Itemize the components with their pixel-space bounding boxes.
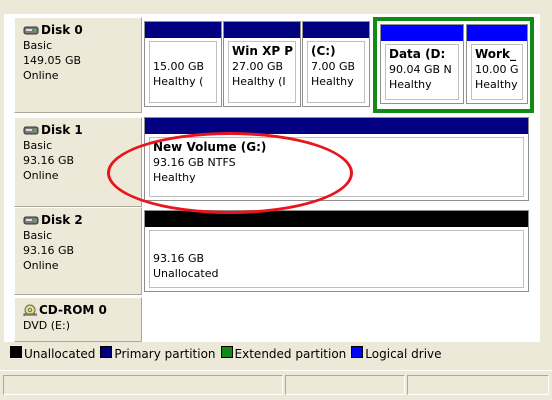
partition-disk0-2[interactable]: Win XP P 27.00 GB Healthy (I [223, 21, 301, 107]
legend-label: Extended partition [234, 346, 347, 361]
legend: Unallocated Primary partition Extended p… [10, 342, 538, 364]
panel-top-strip [4, 4, 540, 14]
legend-item-unallocated: Unallocated [10, 345, 96, 361]
primary-partition-bar [145, 22, 221, 38]
disk-type: Basic [23, 39, 53, 52]
logical-swatch-icon [351, 345, 364, 358]
disk-status: Online [23, 69, 59, 82]
disk-2-partitions: 93.16 GB Unallocated [144, 207, 529, 295]
partition-name: (C:) [311, 44, 336, 58]
disk-0-partitions: 15.00 GB Healthy ( Win XP P 27.00 GB Hea… [144, 17, 534, 113]
logical-drive-bar [381, 25, 463, 41]
disk-size: 149.05 GB [23, 54, 82, 67]
disk-2-label[interactable]: Disk 2 Basic 93.16 GB Online [14, 207, 142, 295]
disk-icon [23, 216, 39, 225]
primary-partition-bar [145, 118, 528, 134]
logical-drive-bar [467, 25, 527, 41]
partition-disk0-1[interactable]: 15.00 GB Healthy ( [144, 21, 222, 107]
partition-size: 93.16 GB [153, 252, 205, 265]
status-cell-1 [3, 375, 283, 395]
partition-status: Healthy ( [153, 75, 204, 88]
cdrom-0-title: CD-ROM 0 [23, 303, 141, 317]
disk-1-title: Disk 1 [23, 123, 141, 137]
legend-item-logical: Logical drive [351, 345, 442, 361]
disk-status: Online [23, 259, 59, 272]
unallocated-bar [145, 211, 528, 227]
disk-icon [23, 126, 39, 135]
disk-size: 93.16 GB [23, 154, 75, 167]
status-cell-3 [407, 375, 549, 395]
partition-size: 7.00 GB [311, 60, 356, 73]
disk-1-label[interactable]: Disk 1 Basic 93.16 GB Online [14, 117, 142, 207]
disk-1-partitions: New Volume (G:) 93.16 GB NTFS Healthy [144, 117, 529, 207]
partition-disk0-d[interactable]: Data (D: 90.04 GB N Healthy [380, 24, 464, 104]
partition-info: (C:) 7.00 GB Healthy [307, 41, 365, 103]
cdrom-0-label[interactable]: CD-ROM 0 DVD (E:) [14, 297, 142, 342]
disk-type: DVD (E:) [23, 319, 71, 332]
legend-label: Primary partition [114, 346, 216, 361]
partition-size: 27.00 GB [232, 60, 284, 73]
disk-type: Basic [23, 229, 53, 242]
disk-icon [23, 26, 39, 35]
disk-status: Online [23, 169, 59, 182]
partition-name: Win XP P [232, 44, 294, 58]
disk-0-title: Disk 0 [23, 23, 141, 37]
disk-type: Basic [23, 139, 53, 152]
legend-label: Logical drive [365, 346, 442, 361]
status-cell-2 [285, 375, 405, 395]
partition-size: 90.04 GB N [389, 63, 452, 76]
primary-partition-bar [303, 22, 369, 38]
partition-info: Work_ 10.00 G Healthy [471, 44, 523, 100]
disk-size: 93.16 GB [23, 244, 75, 257]
primary-partition-bar [224, 22, 300, 38]
partition-size: 10.00 G [475, 63, 519, 76]
partition-status: Healthy [475, 78, 518, 91]
partition-name: New Volume (G:) [153, 140, 267, 154]
partition-size: 93.16 GB NTFS [153, 156, 236, 169]
partition-status: Healthy [311, 75, 354, 88]
disk-name: Disk 0 [41, 23, 83, 37]
partition-name [153, 44, 213, 59]
partition-info: Win XP P 27.00 GB Healthy (I [228, 41, 296, 103]
disk-name: Disk 1 [41, 123, 83, 137]
partition-status: Unallocated [153, 267, 219, 280]
partition-info: Data (D: 90.04 GB N Healthy [385, 44, 459, 100]
partition-name: Data (D: [389, 47, 446, 61]
partition-disk1-g[interactable]: New Volume (G:) 93.16 GB NTFS Healthy [144, 117, 529, 201]
partition-disk0-work[interactable]: Work_ 10.00 G Healthy [466, 24, 528, 104]
partition-size: 15.00 GB [153, 60, 205, 73]
legend-item-extended: Extended partition [220, 345, 347, 361]
legend-item-primary: Primary partition [100, 345, 216, 361]
primary-swatch-icon [100, 345, 113, 358]
partition-name: Work_ [475, 47, 516, 61]
legend-label: Unallocated [24, 346, 96, 361]
partition-info: 93.16 GB Unallocated [149, 230, 524, 288]
unallocated-swatch-icon [10, 345, 22, 358]
disk-2-title: Disk 2 [23, 213, 141, 227]
disk-map-panel: Disk 0 Basic 149.05 GB Online 15.00 GB H… [4, 4, 540, 342]
partition-status: Healthy [389, 78, 432, 91]
disk-name: CD-ROM 0 [39, 303, 107, 317]
disk-name: Disk 2 [41, 213, 83, 227]
partition-info: New Volume (G:) 93.16 GB NTFS Healthy [149, 137, 524, 197]
extended-swatch-icon [220, 345, 233, 358]
partition-status: Healthy [153, 171, 196, 184]
status-bar [0, 370, 552, 400]
disk-0-label[interactable]: Disk 0 Basic 149.05 GB Online [14, 17, 142, 113]
partition-info: 15.00 GB Healthy ( [149, 41, 217, 103]
cdrom-icon [23, 304, 37, 316]
partition-disk2-unallocated[interactable]: 93.16 GB Unallocated [144, 210, 529, 292]
vertical-scrollbar[interactable] [541, 4, 552, 342]
partition-status: Healthy (I [232, 75, 286, 88]
partition-disk0-c[interactable]: (C:) 7.00 GB Healthy [302, 21, 370, 107]
